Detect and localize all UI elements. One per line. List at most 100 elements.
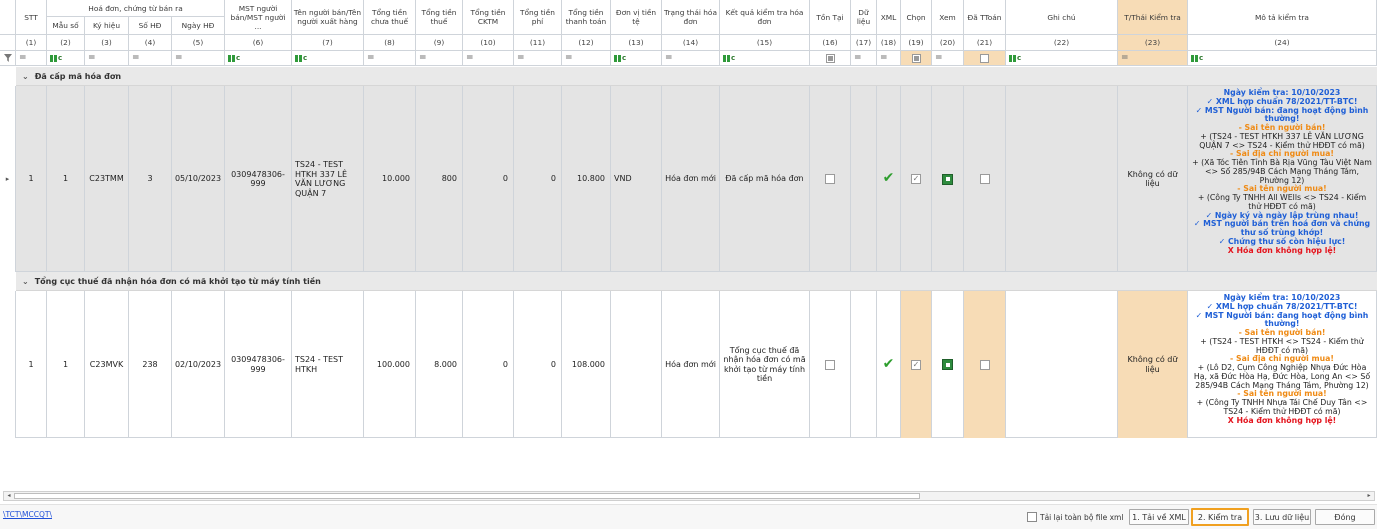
close-button[interactable]: Đóng xyxy=(1315,509,1375,525)
chevron-down-icon[interactable]: ⌄ xyxy=(22,277,29,286)
header-num-mo_ta: (24) xyxy=(1188,35,1377,51)
header-num-trang_thai: (14) xyxy=(662,35,720,51)
filter-xml[interactable]: = xyxy=(877,51,901,66)
filter-ky_hieu[interactable]: = xyxy=(85,51,129,66)
filter-so_hd[interactable]: = xyxy=(129,51,172,66)
header-num-chua_thue: (8) xyxy=(364,35,416,51)
cell-chon[interactable]: ✓ xyxy=(901,86,932,272)
cell-don_vi xyxy=(611,291,662,438)
filter-ghi_chu[interactable]: c xyxy=(1006,51,1118,66)
filter-thue[interactable]: = xyxy=(416,51,463,66)
filter-stt[interactable]: = xyxy=(16,51,47,66)
filter-mau_so[interactable]: c xyxy=(47,51,85,66)
cell-ket_qua: Đã cấp mã hóa đơn xyxy=(720,86,810,272)
filter-ten_ban[interactable]: c xyxy=(292,51,364,66)
filter-phi[interactable]: = xyxy=(514,51,562,66)
ton_tai-checkbox[interactable] xyxy=(825,359,835,370)
cell-ton_tai[interactable] xyxy=(810,86,851,272)
cell-du_lieu xyxy=(851,291,877,438)
cell-ton_tai[interactable] xyxy=(810,291,851,438)
header-trang_thai: Trạng thái hóa đơn xyxy=(662,0,720,35)
filter-icon[interactable] xyxy=(0,51,16,66)
header-thanh_toan: Tổng tiền thanh toán xyxy=(562,0,611,35)
path-link[interactable]: \TCT\MCCQT\ xyxy=(3,510,52,519)
save-data-button[interactable]: 3. Lưu dữ liệu xyxy=(1253,509,1311,525)
equals-filter-icon: = xyxy=(175,53,182,63)
filter-du_lieu[interactable]: = xyxy=(851,51,877,66)
equals-filter-icon: = xyxy=(88,53,95,63)
reload-xml-checkbox[interactable] xyxy=(1027,512,1037,522)
cell-ngay_hd: 05/10/2023 xyxy=(172,86,225,272)
equals-filter-icon: = xyxy=(466,53,473,63)
select-checkbox[interactable]: ✓ xyxy=(911,359,921,370)
view-excel-icon[interactable] xyxy=(942,173,953,185)
equals-filter-icon: = xyxy=(419,53,426,63)
header-tt_kiem_tra: T/Thái Kiểm tra xyxy=(1118,0,1188,35)
header-du_lieu: Dữ liệu xyxy=(851,0,877,35)
cell-cktm: 0 xyxy=(463,86,514,272)
header-num-cktm: (10) xyxy=(463,35,514,51)
cell-ten_ban: TS24 - TEST HTKH 337 LÊ VĂN LƯƠNG QUẬN 7 xyxy=(292,86,364,272)
row-indicator[interactable]: ▸ xyxy=(0,86,16,272)
view-excel-icon[interactable] xyxy=(942,359,953,370)
group-header[interactable]: ⌄ Tổng cục thuế đã nhận hóa đơn có mã khở… xyxy=(16,272,1377,291)
group-header[interactable]: ⌄ Đã cấp mã hóa đơn xyxy=(16,67,1377,86)
filter-mst_ban[interactable]: c xyxy=(225,51,292,66)
download-xml-button[interactable]: 1. Tải về XML xyxy=(1129,509,1189,525)
header-num-phi: (11) xyxy=(514,35,562,51)
cell-trang_thai: Hóa đơn mới xyxy=(662,291,720,438)
da_ttoan-checkbox[interactable] xyxy=(979,359,990,370)
filter-ton_tai[interactable] xyxy=(810,51,851,66)
cell-xml: ✔ xyxy=(877,291,901,438)
chevron-down-icon[interactable]: ⌄ xyxy=(22,72,29,81)
filter-mo_ta[interactable]: c xyxy=(1188,51,1377,66)
scroll-left-arrow[interactable]: ◂ xyxy=(5,492,13,500)
cell-ky_hieu: C23MVK xyxy=(85,291,129,438)
group-title: Tổng cục thuế đã nhận hóa đơn có mã khởi… xyxy=(34,276,321,286)
filter-checkbox[interactable] xyxy=(911,53,921,63)
cell-da_ttoan[interactable] xyxy=(964,291,1006,438)
cell-trang_thai: Hóa đơn mới xyxy=(662,86,720,272)
filter-da_ttoan[interactable] xyxy=(964,51,1006,66)
cell-tt_kiem_tra: Không có dữ liệu xyxy=(1118,291,1188,438)
cell-da_ttoan[interactable] xyxy=(964,86,1006,272)
row-indicator[interactable] xyxy=(0,291,16,438)
filter-chua_thue[interactable]: = xyxy=(364,51,416,66)
cell-chon[interactable]: ✓ xyxy=(901,291,932,438)
scroll-right-arrow[interactable]: ▸ xyxy=(1365,492,1373,500)
cell-chua_thue: 10.000 xyxy=(364,86,416,272)
filter-xem[interactable]: = xyxy=(932,51,964,66)
filter-ket_qua[interactable]: c xyxy=(720,51,810,66)
cell-mst_ban: 0309478306-999 xyxy=(225,86,292,272)
equals-filter-icon: = xyxy=(665,53,672,63)
filter-thanh_toan[interactable]: = xyxy=(562,51,611,66)
invoice-check-window: STT (1) = Mẫu số (2) c Ký hiệu (3) = Số HĐ (4) = Ngà… xyxy=(0,0,1377,529)
header-num-ten_ban: (7) xyxy=(292,35,364,51)
filter-chon[interactable] xyxy=(901,51,932,66)
cell-thanh_toan: 108.000 xyxy=(562,291,611,438)
cell-thue: 8.000 xyxy=(416,291,463,438)
filter-ngay_hd[interactable]: = xyxy=(172,51,225,66)
da_ttoan-checkbox[interactable] xyxy=(979,174,990,184)
footer-bar: \TCT\MCCQT\ Tải lại toàn bộ file xml 1. … xyxy=(0,504,1377,529)
filter-checkbox[interactable] xyxy=(825,53,835,63)
check-description: Ngày kiểm tra: 10/10/2023 ✓ XML hợp chuẩn… xyxy=(1188,291,1376,438)
cell-chua_thue: 100.000 xyxy=(364,291,416,438)
filter-checkbox[interactable] xyxy=(980,53,989,63)
filter-trang_thai[interactable]: = xyxy=(662,51,720,66)
cell-xem[interactable] xyxy=(932,86,964,272)
header-num-so_hd: (4) xyxy=(129,35,172,51)
filter-don_vi[interactable]: c xyxy=(611,51,662,66)
scroll-thumb[interactable] xyxy=(14,493,920,499)
cell-xem[interactable] xyxy=(932,291,964,438)
description-line: + (Công Ty TNHH Nhựa Tái Chế Duy Tân <> … xyxy=(1196,398,1368,416)
filter-cktm[interactable]: = xyxy=(463,51,514,66)
select-checkbox[interactable]: ✓ xyxy=(911,174,921,184)
horizontal-scrollbar[interactable]: ◂ ▸ xyxy=(3,491,1375,501)
header-num-ket_qua: (15) xyxy=(720,35,810,51)
check-button[interactable]: 2. Kiểm tra xyxy=(1191,508,1249,526)
filter-tt_kiem_tra[interactable]: = xyxy=(1118,51,1188,66)
ton_tai-checkbox[interactable] xyxy=(825,174,835,184)
text-filter-icon: c xyxy=(228,54,240,62)
cell-xml: ✔ xyxy=(877,86,901,272)
